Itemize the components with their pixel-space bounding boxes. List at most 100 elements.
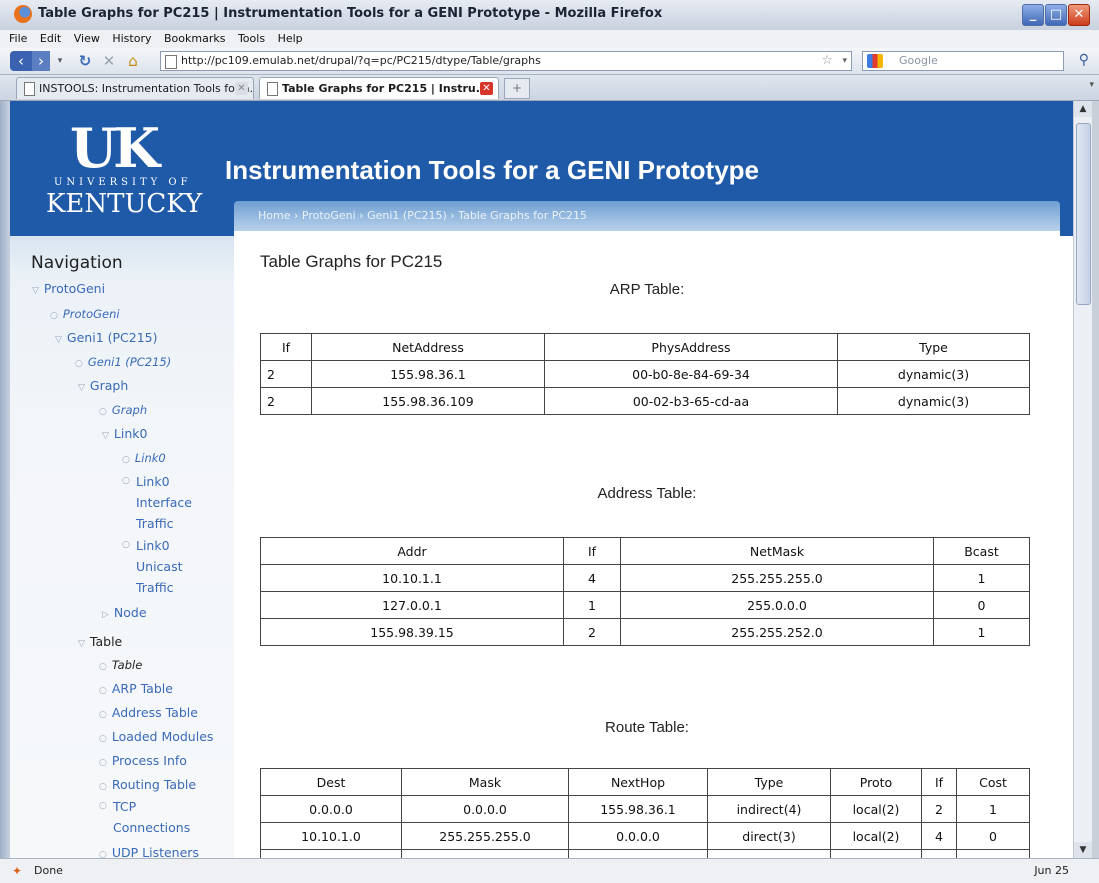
scrollbar-thumb[interactable] xyxy=(1076,123,1091,305)
search-icon[interactable]: ⚲ xyxy=(1079,51,1089,69)
table-cell: dynamic(3) xyxy=(837,387,1030,415)
sidebar-item-address-table[interactable]: ○ Address Table xyxy=(99,702,198,726)
sidebar-item-process-info[interactable]: ○ Process Info xyxy=(99,750,187,774)
tab-instools[interactable]: INSTOOLS: Instrumentation Tools for a...… xyxy=(16,77,254,99)
table-cell: 0 xyxy=(956,822,1030,850)
menu-history[interactable]: History xyxy=(112,30,151,48)
menu-help[interactable]: Help xyxy=(278,30,303,48)
url-dropdown-icon[interactable]: ▾ xyxy=(842,52,847,70)
address-table-title: Address Table: xyxy=(597,485,697,502)
reload-button[interactable]: ↻ xyxy=(76,51,94,71)
sidebar-item-table[interactable]: ▽ Table xyxy=(78,631,122,655)
circle-bullet-icon: ○ xyxy=(99,686,107,696)
table-cell: 255.255.252.0 xyxy=(620,618,934,646)
tab-table-graphs[interactable]: Table Graphs for PC215 | Instru... ✕ xyxy=(259,77,499,99)
back-button[interactable]: ‹ xyxy=(10,51,32,71)
sidebar-item-link0-interface-traffic[interactable]: ○ Link0 Interface Traffic xyxy=(122,471,222,535)
table-cell: 1 xyxy=(563,591,621,619)
route-table: Dest Mask NextHop Type Proto If Cost 0.0… xyxy=(260,768,1030,858)
sidebar-item-node[interactable]: ▷ Node xyxy=(102,602,147,626)
menu-bookmarks[interactable]: Bookmarks xyxy=(164,30,225,48)
table-cell: 2 xyxy=(563,618,621,646)
window-titlebar: Table Graphs for PC215 | Instrumentation… xyxy=(0,0,1099,31)
column-header: Bcast xyxy=(933,537,1030,565)
circle-bullet-icon: ○ xyxy=(75,359,83,369)
circle-bullet-icon: ○ xyxy=(99,850,107,858)
minimize-button[interactable]: _ xyxy=(1022,4,1044,26)
new-tab-button[interactable]: + xyxy=(504,78,530,99)
history-dropdown-icon[interactable]: ▾ xyxy=(54,51,66,71)
sidebar-item-udp-listeners[interactable]: ○ UDP Listeners xyxy=(99,842,199,858)
logo-kentucky: KENTUCKY xyxy=(46,189,203,219)
table-cell: 00-02-b3-65-cd-aa xyxy=(544,387,838,415)
google-engine-icon[interactable] xyxy=(867,54,883,68)
desktop-edge xyxy=(0,101,10,858)
logo-letters: UK xyxy=(70,116,160,180)
scroll-down-icon[interactable]: ▼ xyxy=(1074,842,1092,858)
tab-page-icon xyxy=(267,82,278,96)
scroll-up-icon[interactable]: ▲ xyxy=(1074,101,1092,117)
tab-close-icon[interactable]: ✕ xyxy=(480,82,493,95)
circle-bullet-icon: ○ xyxy=(99,662,107,672)
sidebar-item-protogeni[interactable]: ▽ ProtoGeni xyxy=(32,278,105,302)
table-cell: 0 xyxy=(933,591,1030,619)
sidebar-item-table-page[interactable]: ○ Table xyxy=(99,654,142,678)
sidebar-item-geni1[interactable]: ▽ Geni1 (PC215) xyxy=(55,327,158,351)
status-icon: ✦ xyxy=(12,864,23,878)
circle-bullet-icon: ○ xyxy=(122,476,130,486)
sidebar-item-link0-unicast-traffic[interactable]: ○ Link0 Unicast Traffic xyxy=(122,535,222,599)
table-cell: 0.0.0.0 xyxy=(568,822,708,850)
menu-view[interactable]: View xyxy=(74,30,100,48)
maximize-button[interactable]: □ xyxy=(1045,4,1067,26)
sidebar-item-link0[interactable]: ▽ Link0 xyxy=(102,423,147,447)
bookmark-star-icon[interactable]: ☆ xyxy=(821,52,833,70)
status-text: Done xyxy=(34,864,63,877)
url-bar[interactable]: http://pc109.emulab.net/drupal/?q=pc/PC2… xyxy=(160,51,852,71)
table-cell: 155.98.36.1 xyxy=(568,795,708,823)
table-cell: indirect(4) xyxy=(707,795,831,823)
table-cell: 10.10.1.1 xyxy=(260,564,564,592)
breadcrumb[interactable]: Home › ProtoGeni › Geni1 (PC215) › Table… xyxy=(258,209,587,222)
table-cell xyxy=(401,849,569,858)
vertical-scrollbar[interactable]: ▲ ▼ xyxy=(1073,101,1092,858)
sidebar-item-arp-table[interactable]: ○ ARP Table xyxy=(99,678,173,702)
firefox-icon xyxy=(14,5,32,23)
home-button[interactable]: ⌂ xyxy=(124,51,142,71)
stop-button[interactable]: ✕ xyxy=(100,51,118,71)
menu-tools[interactable]: Tools xyxy=(238,30,265,48)
tab-close-icon[interactable]: ✕ xyxy=(235,82,248,95)
table-cell: 1 xyxy=(956,795,1030,823)
address-table: Addr If NetMask Bcast 10.10.1.1 4 255.25… xyxy=(260,537,1030,646)
table-row: 10.10.1.0 255.255.255.0 0.0.0.0 direct(3… xyxy=(260,822,1030,850)
route-table-title: Route Table: xyxy=(605,719,689,736)
forward-button[interactable]: › xyxy=(32,51,50,71)
sidebar-item-graph-page[interactable]: ○ Graph xyxy=(99,399,147,423)
menu-edit[interactable]: Edit xyxy=(40,30,61,48)
circle-bullet-icon: ○ xyxy=(50,311,58,321)
table-row: 2 155.98.36.109 00-02-b3-65-cd-aa dynami… xyxy=(260,387,1030,415)
menu-file[interactable]: File xyxy=(9,30,27,48)
search-box[interactable]: Google ⚲ xyxy=(862,51,1089,71)
tab-list-icon[interactable]: ▾ xyxy=(1089,80,1094,90)
sidebar-item-tcp-connections[interactable]: ○ TCP Connections xyxy=(99,796,209,840)
uk-logo[interactable]: UK UNIVERSITY OF KENTUCKY xyxy=(46,116,220,229)
site-title[interactable]: Instrumentation Tools for a GENI Prototy… xyxy=(225,155,759,186)
circle-bullet-icon: ○ xyxy=(122,540,130,550)
column-header: If xyxy=(563,537,621,565)
sidebar-item-loaded-modules[interactable]: ○ Loaded Modules xyxy=(99,726,213,750)
sidebar-item-protogeni-page[interactable]: ○ ProtoGeni xyxy=(50,303,120,327)
close-window-button[interactable]: ✕ xyxy=(1068,4,1090,26)
sidebar-item-graph[interactable]: ▽ Graph xyxy=(78,375,128,399)
table-cell: 1 xyxy=(933,618,1030,646)
column-header: Proto xyxy=(830,768,922,796)
url-text: http://pc109.emulab.net/drupal/?q=pc/PC2… xyxy=(181,54,541,67)
table-row: 0.0.0.0 0.0.0.0 155.98.36.1 indirect(4) … xyxy=(260,795,1030,823)
table-cell: 00-b0-8e-84-69-34 xyxy=(544,360,838,388)
sidebar-item-geni1-page[interactable]: ○ Geni1 (PC215) xyxy=(75,351,171,375)
table-row: 2 155.98.36.1 00-b0-8e-84-69-34 dynamic(… xyxy=(260,360,1030,388)
sidebar-item-link0-page[interactable]: ○ Link0 xyxy=(122,447,166,471)
sidebar-item-routing-table[interactable]: ○ Routing Table xyxy=(99,774,196,798)
table-header-row: If NetAddress PhysAddress Type xyxy=(260,333,1030,361)
circle-bullet-icon: ○ xyxy=(99,782,107,792)
column-header: Type xyxy=(837,333,1030,361)
